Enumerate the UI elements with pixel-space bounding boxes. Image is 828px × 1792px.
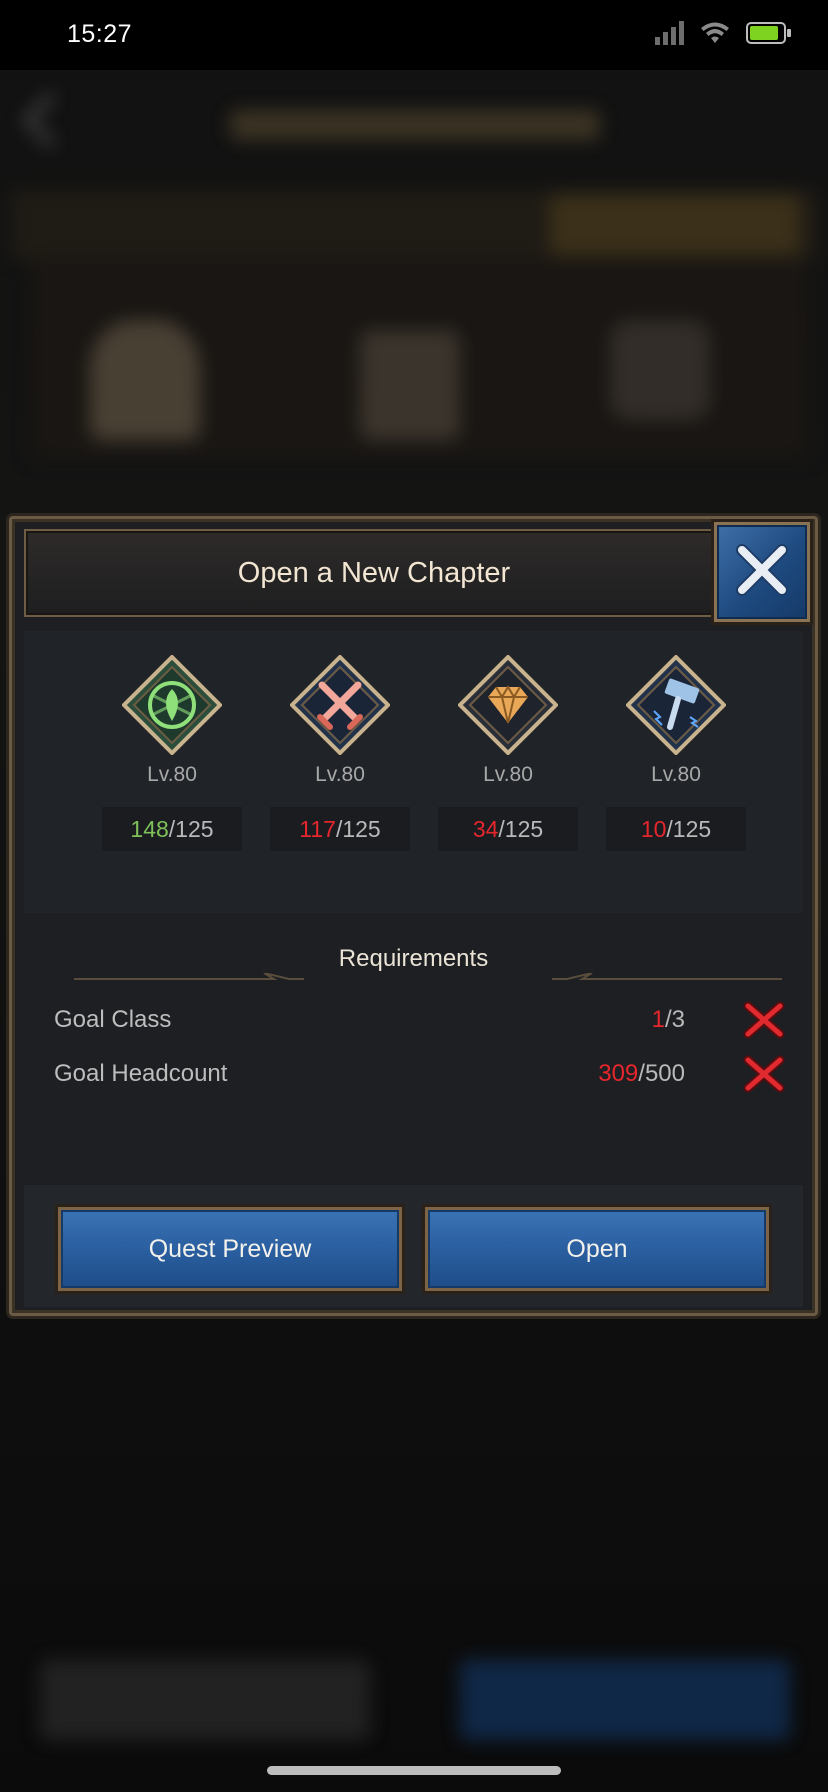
requirement-label: Goal Class <box>54 1006 172 1033</box>
background-back-icon <box>21 91 79 149</box>
background-title <box>230 110 600 140</box>
cellular-signal-icon <box>654 20 684 50</box>
dialog-title: Open a New Chapter <box>237 556 511 589</box>
status-icons <box>654 20 792 50</box>
class-count-current: 148 <box>130 815 169 842</box>
requirements-divider-left <box>74 973 304 980</box>
crossed-swords-icon <box>289 654 391 756</box>
open-button[interactable]: Open <box>425 1207 769 1291</box>
requirement-value: 309/500 <box>598 1060 685 1088</box>
requirement-total: /500 <box>638 1060 685 1087</box>
close-icon <box>734 542 790 603</box>
class-count-current: 10 <box>640 815 667 842</box>
classes-panel: Lv.80 148/125 Lv.80 117/125 Lv.80 34 /12… <box>24 631 803 913</box>
dialog-header: Open a New Chapter <box>24 529 724 617</box>
close-button[interactable] <box>714 522 810 622</box>
class-count-total: /125 <box>666 815 712 842</box>
background-tab-active <box>550 195 800 255</box>
requirement-row-goal-class: Goal Class 1/3 <box>24 1000 803 1040</box>
requirement-row-goal-headcount: Goal Headcount 309/500 <box>24 1054 803 1094</box>
background-tool-icon <box>610 320 710 420</box>
home-indicator[interactable] <box>267 1766 561 1775</box>
class-item[interactable]: Lv.80 117/125 <box>256 631 424 913</box>
requirements-panel: Requirements Goal Class 1/3 Goal Headcou… <box>24 913 803 1185</box>
hammer-icon <box>625 654 727 756</box>
class-level: Lv.80 <box>315 763 365 786</box>
background-scroll-icon <box>360 330 460 440</box>
class-count: 117/125 <box>270 807 410 851</box>
requirement-current: 309 <box>598 1060 639 1087</box>
requirement-value: 1/3 <box>652 1006 685 1034</box>
class-count-current: 34 <box>472 815 499 842</box>
quest-preview-button[interactable]: Quest Preview <box>58 1207 402 1291</box>
requirement-label: Goal Headcount <box>54 1060 228 1087</box>
status-bar: 15:27 <box>0 0 828 70</box>
diamond-icon <box>457 654 559 756</box>
class-count: 148/125 <box>102 807 242 851</box>
class-count: 10/125 <box>606 807 746 851</box>
class-item[interactable]: Lv.80 34/125 <box>424 631 592 913</box>
requirements-heading: Requirements <box>338 945 489 972</box>
class-count-total: /125 <box>498 815 544 842</box>
class-level: Lv.80 <box>483 763 533 786</box>
battery-icon <box>746 21 792 50</box>
leaf-emblem-icon <box>121 654 223 756</box>
class-level: Lv.80 <box>651 763 701 786</box>
background-bottom-right-button <box>460 1660 790 1740</box>
class-item[interactable]: Lv.80 148/125 <box>88 631 256 913</box>
requirement-current: 1 <box>651 1006 665 1033</box>
background-chalice-icon <box>90 320 200 440</box>
dialog-button-bar: Quest Preview Open <box>24 1185 803 1307</box>
unmet-x-icon <box>742 1054 786 1094</box>
class-item[interactable]: Lv.80 10/125 <box>592 631 760 913</box>
background-bottom-left-button <box>40 1660 370 1740</box>
class-count-current: 117 <box>299 815 336 842</box>
status-time: 15:27 <box>67 20 133 48</box>
requirements-divider-right <box>552 973 782 980</box>
class-count-total: /125 <box>168 815 214 842</box>
wifi-icon <box>700 21 730 50</box>
open-chapter-dialog: Open a New Chapter Lv.80 148 /125 Lv.80 … <box>9 516 818 1316</box>
unmet-x-icon <box>742 1000 786 1040</box>
requirement-total: /3 <box>664 1006 685 1033</box>
class-level: Lv.80 <box>147 763 197 786</box>
class-count: 34/125 <box>438 807 578 851</box>
class-count-total: /125 <box>335 815 381 842</box>
